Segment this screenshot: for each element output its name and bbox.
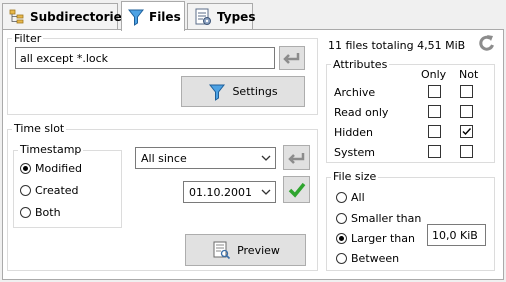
files-summary: 11 files totaling 4,51 MiB <box>328 39 466 52</box>
radio-dot <box>336 253 347 264</box>
attr-label-system: System <box>334 146 376 159</box>
size-between-label: Between <box>351 252 400 265</box>
hidden-not-checkbox[interactable] <box>460 125 473 138</box>
settings-button[interactable]: Settings <box>181 76 305 107</box>
read-only-only-checkbox[interactable] <box>428 105 441 118</box>
timestamp-created-label: Created <box>35 184 79 197</box>
radio-dot <box>20 163 31 174</box>
tree-icon <box>9 8 25 26</box>
radio-dot <box>336 233 347 244</box>
read-only-not-checkbox[interactable] <box>460 105 473 118</box>
size-value: 10,0 KiB <box>432 228 478 242</box>
radio-dot <box>20 185 31 196</box>
timestamp-both-label: Both <box>35 206 61 219</box>
time-slot-group-label: Time slot <box>12 122 67 135</box>
settings-button-label: Settings <box>232 85 278 98</box>
date-confirm-button[interactable] <box>283 176 310 203</box>
time-range-select[interactable]: All since <box>135 147 276 169</box>
radio-dot <box>336 213 347 224</box>
tab-types-label: Types <box>217 9 256 24</box>
archive-only-checkbox[interactable] <box>428 85 441 98</box>
size-smaller-than-radio[interactable]: Smaller than <box>336 212 421 225</box>
radio-dot <box>20 207 31 218</box>
size-all-label: All <box>351 191 365 204</box>
document-settings-icon <box>194 8 212 26</box>
check-mark-icon <box>288 182 305 198</box>
tab-files[interactable]: Files <box>121 1 185 31</box>
tab-subdirectories[interactable]: Subdirectories <box>2 3 129 29</box>
size-smaller-than-label: Smaller than <box>351 212 422 225</box>
attr-col-not: Not <box>459 68 479 81</box>
chevron-down-icon <box>261 155 271 161</box>
refresh-icon <box>479 35 494 51</box>
size-value-input[interactable]: 10,0 KiB <box>427 224 486 246</box>
size-larger-than-radio[interactable]: Larger than <box>336 232 415 245</box>
document-preview-icon <box>213 241 231 260</box>
funnel-icon <box>209 84 226 101</box>
hidden-only-checkbox[interactable] <box>428 125 441 138</box>
return-arrow-icon <box>287 152 304 164</box>
system-only-checkbox[interactable] <box>428 145 441 158</box>
files-tab-panel: Filter all except *.lock Settings 11 fil… <box>2 29 504 280</box>
size-larger-than-label: Larger than <box>351 232 415 245</box>
attributes-group-label: Attributes <box>331 58 390 71</box>
chevron-down-icon <box>261 189 271 195</box>
timestamp-created-radio[interactable]: Created <box>20 184 79 197</box>
system-not-checkbox[interactable] <box>460 145 473 158</box>
preview-button-label: Preview <box>237 243 280 257</box>
funnel-icon <box>128 8 144 26</box>
size-between-radio[interactable]: Between <box>336 252 399 265</box>
filter-input-value: all except *.lock <box>20 51 109 65</box>
filter-input[interactable]: all except *.lock <box>15 47 275 69</box>
attr-label-hidden: Hidden <box>334 126 374 139</box>
attr-label-read-only: Read only <box>334 106 389 119</box>
time-range-apply-button[interactable] <box>283 145 310 170</box>
timestamp-group-label: Timestamp <box>18 143 84 156</box>
timestamp-modified-label: Modified <box>35 162 82 175</box>
check-mark-icon <box>462 128 472 136</box>
attr-label-archive: Archive <box>334 86 376 99</box>
tab-files-label: Files <box>149 9 181 24</box>
time-range-value: All since <box>141 151 187 165</box>
timestamp-modified-radio[interactable]: Modified <box>20 162 82 175</box>
filter-group-label: Filter <box>12 32 44 45</box>
refresh-button[interactable] <box>476 32 498 54</box>
tab-subdirectories-label: Subdirectories <box>30 9 129 24</box>
file-size-group-label: File size <box>331 170 379 183</box>
tab-types[interactable]: Types <box>187 3 256 29</box>
date-select[interactable]: 01.10.2001 <box>183 181 276 203</box>
size-all-radio[interactable]: All <box>336 191 365 204</box>
timestamp-both-radio[interactable]: Both <box>20 206 61 219</box>
radio-dot <box>336 192 347 203</box>
preview-button[interactable]: Preview <box>185 234 306 266</box>
archive-not-checkbox[interactable] <box>460 85 473 98</box>
return-arrow-icon <box>283 53 300 64</box>
attr-col-only: Only <box>421 68 447 81</box>
date-value: 01.10.2001 <box>189 185 252 199</box>
filter-apply-button[interactable] <box>279 46 305 70</box>
